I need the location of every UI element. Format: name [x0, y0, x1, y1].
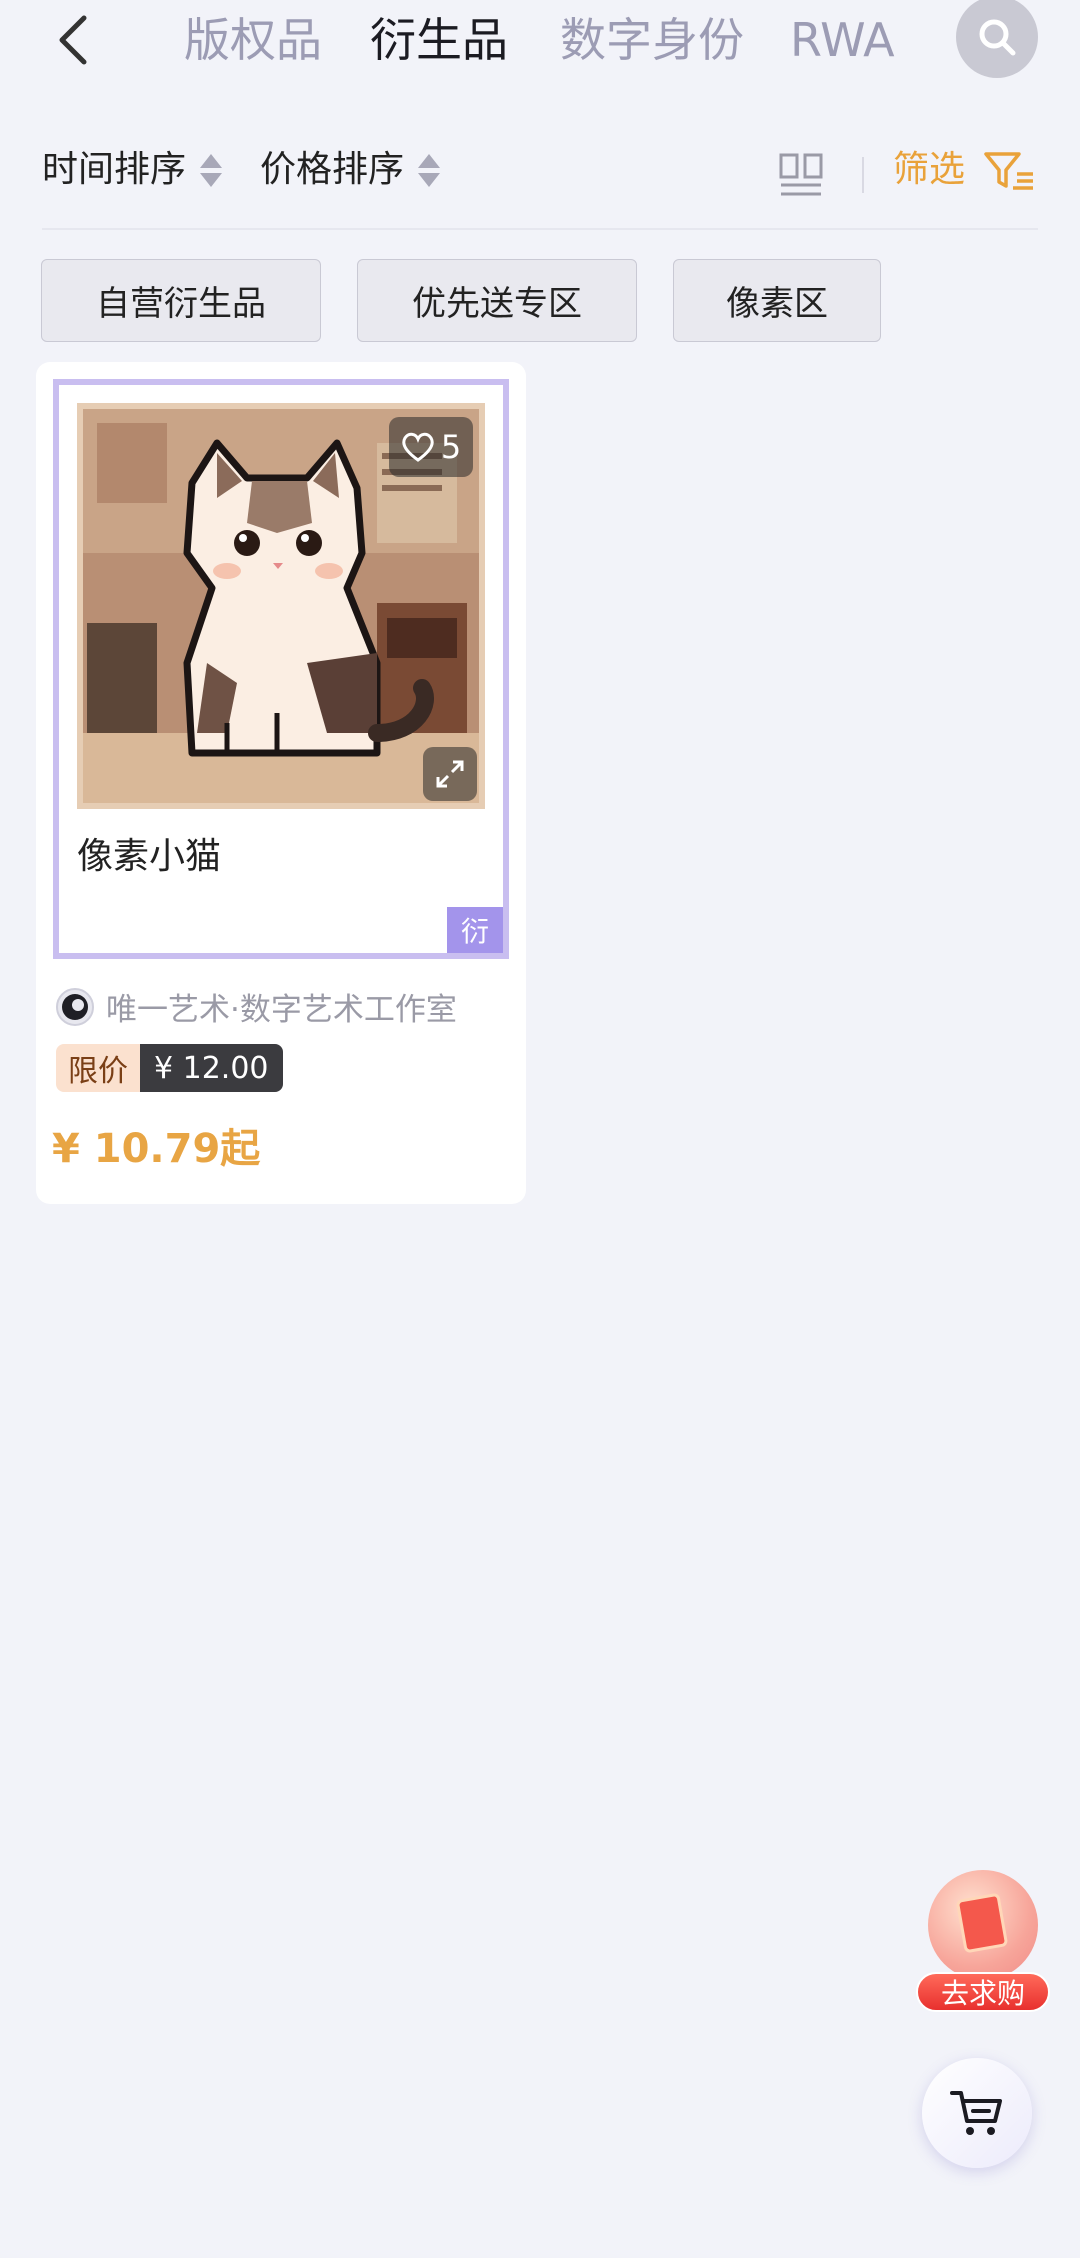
limit-price: ¥ 12.00 — [140, 1044, 283, 1092]
tab-copyright[interactable]: 版权品 — [184, 8, 322, 72]
chevron-left-icon — [59, 15, 87, 65]
heart-icon — [402, 432, 434, 462]
wish-label: 去求购 — [916, 1972, 1050, 2012]
sort-bar: 时间排序 价格排序 筛选 — [0, 135, 1080, 205]
creator-row[interactable]: 唯一艺术·数字艺术工作室 — [56, 984, 457, 1029]
chip-priority-zone[interactable]: 优先送专区 — [357, 259, 637, 342]
product-price: ¥ 10.79起 — [52, 1126, 261, 1172]
top-nav: 版权品 衍生品 数字身份 RWA — [0, 0, 1080, 90]
wish-request-button[interactable]: 去求购 — [910, 1860, 1055, 2020]
product-card[interactable]: 5 像素小猫 衍 唯一艺术·数字艺术工作室 限价 ¥ 12.00 ¥ 10.79… — [36, 362, 526, 1204]
divider — [42, 228, 1038, 230]
tab-digital-identity[interactable]: 数字身份 — [560, 8, 744, 72]
filter-button[interactable]: 筛选 — [893, 135, 1037, 205]
back-button[interactable] — [50, 12, 100, 68]
sort-by-time[interactable]: 时间排序 — [42, 135, 223, 205]
product-image[interactable]: 5 — [77, 403, 485, 809]
creator-name: 唯一艺术·数字艺术工作室 — [106, 992, 457, 1028]
layout-toggle-icon[interactable] — [778, 152, 824, 198]
chip-self-operated[interactable]: 自营衍生品 — [41, 259, 321, 342]
red-packet-icon — [955, 1892, 1009, 1954]
limit-label: 限价 — [56, 1044, 140, 1092]
like-count: 5 — [440, 428, 462, 466]
sort-price-label: 价格排序 — [260, 149, 405, 190]
tab-derivatives[interactable]: 衍生品 — [370, 8, 508, 72]
expand-button[interactable] — [423, 747, 477, 801]
filter-icon — [984, 152, 1034, 190]
expand-icon — [436, 760, 464, 788]
cart-button[interactable] — [922, 2058, 1032, 2168]
sort-arrows-icon — [418, 153, 441, 187]
sort-time-label: 时间排序 — [42, 149, 187, 190]
like-button[interactable]: 5 — [389, 417, 473, 477]
product-name: 像素小猫 — [77, 836, 222, 877]
avatar — [56, 987, 94, 1026]
tab-rwa[interactable]: RWA — [790, 8, 895, 72]
sort-by-price[interactable]: 价格排序 — [260, 135, 441, 205]
type-badge: 衍 — [447, 907, 503, 953]
filter-label: 筛选 — [893, 149, 966, 190]
divider — [862, 157, 864, 193]
limit-price-tag: 限价 ¥ 12.00 — [56, 1044, 283, 1092]
search-button[interactable] — [956, 0, 1038, 78]
product-frame: 5 像素小猫 衍 — [53, 379, 509, 959]
cart-icon — [950, 2091, 1002, 2135]
sort-arrows-icon — [200, 153, 223, 187]
search-icon — [979, 19, 1016, 56]
chip-pixel-zone[interactable]: 像素区 — [673, 259, 881, 342]
